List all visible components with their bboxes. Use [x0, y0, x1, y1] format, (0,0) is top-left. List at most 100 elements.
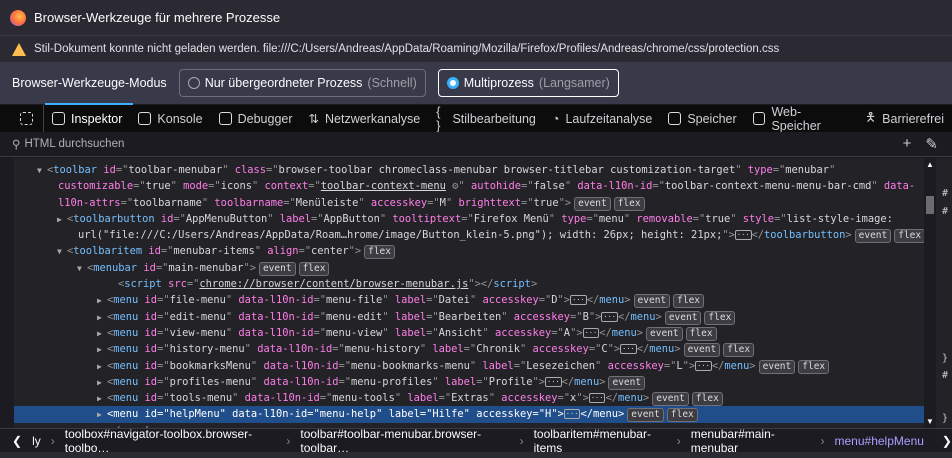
markup-token-p: ="	[157, 343, 170, 356]
side-text: }	[942, 353, 949, 364]
markup-token-attr: mode	[176, 180, 209, 193]
side-text: #	[942, 206, 949, 217]
tab-storage[interactable]: Web-Speicher	[745, 105, 858, 133]
expand-toggle-closed-icon[interactable]: ▶	[97, 310, 107, 326]
breadcrumb-scroll-left[interactable]: ❮	[12, 434, 22, 448]
flex-badge[interactable]: flex	[673, 294, 705, 309]
collapsed-children-button[interactable]: ···	[545, 376, 562, 387]
tab-console[interactable]: Konsole	[130, 105, 210, 132]
event-badge[interactable]: event	[664, 310, 702, 325]
breadcrumb-item-current[interactable]: menu#helpMenu	[835, 434, 924, 448]
expand-toggle-closed-icon[interactable]: ▶	[97, 359, 107, 375]
event-badge[interactable]: event	[683, 343, 721, 358]
tab-performance[interactable]: ◔ Laufzeitanalyse	[544, 105, 660, 132]
collapsed-children-button[interactable]: ···	[570, 295, 587, 306]
breadcrumb-item[interactable]: menubar#main-menubar	[691, 427, 811, 455]
markup-node-line[interactable]: <script src="chrome://browser/content/br…	[14, 276, 924, 292]
tab-style-editor[interactable]: { } Stilbearbeitung	[428, 105, 544, 133]
markup-token-p: ="	[208, 180, 221, 193]
expand-toggle-closed-icon[interactable]: ▶	[57, 212, 67, 228]
tab-inspector[interactable]: Inspektor	[44, 105, 130, 132]
element-picker-button[interactable]	[0, 105, 44, 132]
markup-node-line[interactable]: customizable="true" mode="icons" context…	[14, 178, 924, 194]
expand-toggle-open-icon[interactable]: ▼	[37, 163, 47, 179]
markup-node-line[interactable]: url("file:///C:/Users/Andreas/AppData/Ro…	[14, 227, 924, 244]
scroll-down-icon[interactable]: ▼	[926, 417, 934, 426]
mode-label: Browser-Werkzeuge-Modus	[12, 76, 167, 90]
flex-badge[interactable]: flex	[666, 408, 698, 423]
event-badge[interactable]: event	[758, 359, 796, 374]
flex-badge[interactable]: flex	[704, 310, 736, 325]
collapsed-children-button[interactable]: ···	[734, 230, 752, 241]
tab-memory[interactable]: Speicher	[660, 105, 744, 132]
expand-toggle-closed-icon[interactable]: ▶	[97, 407, 107, 423]
event-badge[interactable]: event	[652, 392, 689, 407]
collapsed-children-button[interactable]: ···	[582, 327, 600, 338]
eyedropper-icon[interactable]: ✎	[925, 135, 938, 153]
event-badge[interactable]: event	[854, 229, 892, 244]
collapsed-children-button[interactable]: ···	[620, 344, 637, 355]
flex-badge[interactable]: flex	[613, 196, 645, 211]
tab-label: Debugger	[237, 111, 293, 126]
breadcrumb-item[interactable]: toolbox#navigator-toolbox.browser-toolbo…	[65, 427, 277, 455]
collapsed-children-button[interactable]: ···	[563, 409, 581, 420]
event-badge[interactable]: event	[574, 196, 611, 211]
breadcrumb-item[interactable]: ly	[32, 434, 41, 448]
side-text: #	[942, 188, 949, 199]
markup-node-line[interactable]: ▶ <menu id="profiles-menu" data-l10n-id="…	[14, 374, 924, 390]
collapsed-children-button[interactable]: ···	[601, 311, 618, 322]
flex-badge[interactable]: flex	[685, 326, 717, 341]
markup-node-line[interactable]: ▶ <menu id="helpMenu" data-l10n-id="menu-…	[14, 406, 924, 423]
markup-node-line[interactable]: ▼ <toolbar id="toolbar-menubar" class="br…	[14, 162, 924, 178]
event-badge[interactable]: event	[258, 261, 296, 276]
markup-node-line[interactable]: ▶ <menu id="history-menu" data-l10n-id="m…	[14, 341, 924, 358]
markup-node-line[interactable]: ▶ <toolbarbutton id="AppMenuButton" label…	[14, 211, 924, 227]
expand-toggle-open-icon[interactable]: ▼	[57, 244, 67, 260]
html-search-input[interactable]	[24, 138, 625, 150]
markup-scrollbar[interactable]: ▲ ▼	[924, 158, 936, 428]
scrollbar-thumb[interactable]	[926, 196, 934, 214]
markup-node-line[interactable]: ▼ <menubar id="main-menubar"> event flex	[14, 260, 924, 276]
add-node-button[interactable]: +	[903, 135, 912, 153]
flex-badge[interactable]: flex	[691, 392, 723, 407]
flex-badge[interactable]: flex	[723, 343, 755, 358]
event-badge[interactable]: event	[646, 326, 683, 341]
mode-multiprocess-button[interactable]: Multiprozess (Langsamer)	[437, 69, 619, 97]
event-badge[interactable]: event	[633, 294, 671, 309]
flex-badge[interactable]: flex	[798, 359, 830, 374]
markup-node-line[interactable]: ▶ <menu id="file-menu" data-l10n-id="menu…	[14, 292, 924, 309]
flex-badge[interactable]: flex	[894, 229, 924, 244]
mode-parent-process-button[interactable]: Nur übergeordneter Prozess (Schnell)	[178, 69, 426, 97]
markup-node-line[interactable]: l10n-attrs="toolbarname" toolbarname="Me…	[14, 195, 924, 211]
markup-view[interactable]: ▼ <toolbar id="toolbar-menubar" class="br…	[14, 158, 924, 428]
event-badge[interactable]: event	[608, 375, 646, 390]
expand-toggle-closed-icon[interactable]: ▶	[97, 391, 107, 407]
expand-toggle-closed-icon[interactable]: ▶	[97, 342, 107, 358]
expand-toggle-closed-icon[interactable]: ▶	[97, 293, 107, 309]
markup-node-line[interactable]: ▼ <toolbaritem id="menubar-items" align="…	[14, 243, 924, 260]
markup-token-attr: accesskey	[526, 343, 589, 356]
tab-debugger[interactable]: Debugger	[211, 105, 301, 132]
breadcrumb-scroll-right[interactable]: ❯	[942, 434, 952, 448]
markup-node-line[interactable]: ▶ <menu id="bookmarksMenu" data-l10n-id="…	[14, 358, 924, 374]
breadcrumb-item[interactable]: toolbaritem#menubar-items	[534, 427, 667, 455]
scroll-up-icon[interactable]: ▲	[926, 160, 934, 169]
flex-badge[interactable]: flex	[298, 261, 330, 276]
flex-badge[interactable]: flex	[364, 245, 395, 260]
markup-node-line[interactable]: ▶ <menu id="tools-menu" data-l10n-id="men…	[14, 390, 924, 407]
collapsed-children-button[interactable]: ···	[588, 393, 606, 404]
tab-accessibility[interactable]: 🯅 Barrierefrei	[857, 105, 952, 132]
tab-network[interactable]: ⇅ Netzwerkanalyse	[301, 105, 429, 132]
markup-token-ln[interactable]: toolbar-context-menu	[321, 180, 446, 192]
expand-toggle-closed-icon[interactable]: ▶	[97, 326, 107, 342]
markup-token-ln[interactable]: chrome://browser/content/browser-menubar…	[199, 278, 468, 290]
event-badge[interactable]: event	[627, 408, 664, 423]
markup-token-tag: toolbarbutton	[764, 229, 846, 242]
markup-node-line[interactable]: ▶ <menu id="edit-menu" data-l10n-id="menu…	[14, 309, 924, 325]
markup-token-attr: id	[138, 343, 158, 356]
breadcrumb-item[interactable]: toolbar#toolbar-menubar.browser-toolbar…	[300, 427, 509, 455]
markup-node-line[interactable]: ▶ <menu id="view-menu" data-l10n-id="menu…	[14, 325, 924, 341]
collapsed-children-button[interactable]: ···	[695, 360, 712, 371]
expand-toggle-open-icon[interactable]: ▼	[77, 261, 87, 277]
expand-toggle-closed-icon[interactable]: ▶	[97, 375, 107, 391]
